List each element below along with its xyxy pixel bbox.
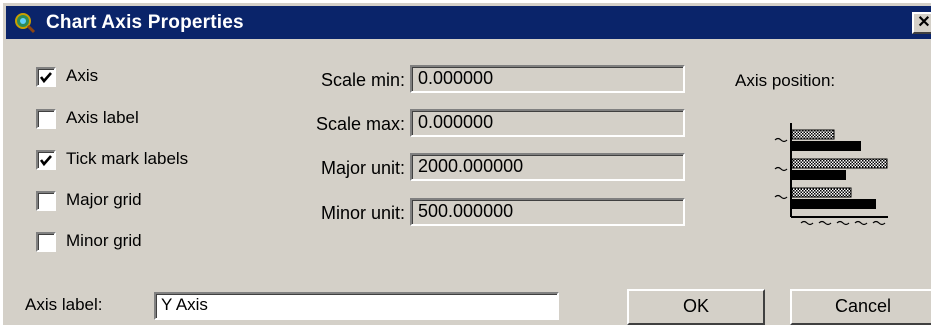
- preview-bar: [792, 170, 846, 180]
- axis-position-label: Axis position:: [735, 71, 836, 90]
- checkmark-icon: [39, 72, 52, 84]
- cancel-button[interactable]: Cancel: [790, 289, 931, 325]
- major-unit-field[interactable]: 2000.000000: [410, 153, 685, 181]
- checkbox-label: Axis label: [66, 108, 139, 127]
- preview-tick: [872, 220, 886, 226]
- chart-app-icon: [14, 12, 36, 34]
- preview-bar: [791, 158, 888, 169]
- checkbox-minor-grid-box[interactable]: [36, 232, 56, 252]
- checkbox-label: Major grid: [66, 190, 142, 209]
- scale-max-label: Scale max:: [315, 114, 405, 134]
- scale-min-label: Scale min:: [320, 70, 405, 90]
- minor-unit-field[interactable]: 500.000000: [410, 198, 685, 226]
- axis-label-input[interactable]: Y Axis: [154, 292, 559, 320]
- checkbox-label: Tick mark labels: [66, 149, 189, 168]
- close-button[interactable]: ✕: [912, 12, 931, 34]
- preview-tick: [774, 194, 788, 200]
- checkbox-label: Minor grid: [66, 231, 142, 250]
- axis-position-preview[interactable]: [763, 115, 898, 233]
- checkbox-tick-mark-labels-box[interactable]: [36, 150, 56, 170]
- chart-axis-properties-dialog: Chart Axis Properties ✕ Axis Axis label …: [0, 0, 931, 325]
- checkbox-major-grid-box[interactable]: [36, 191, 56, 211]
- checkbox-axis-box[interactable]: [36, 67, 56, 87]
- preview-bar: [792, 199, 876, 209]
- axis-label-caption: Axis label:: [25, 295, 103, 314]
- scale-max-field[interactable]: 0.000000: [410, 109, 685, 137]
- title-bar: Chart Axis Properties ✕: [6, 6, 931, 39]
- ok-button[interactable]: OK: [627, 289, 765, 325]
- preview-bar: [791, 187, 852, 198]
- preview-tick: [800, 220, 814, 226]
- scale-min-field[interactable]: 0.000000: [410, 65, 685, 93]
- window-title: Chart Axis Properties: [46, 12, 244, 33]
- checkbox-axis-label-box[interactable]: [36, 109, 56, 129]
- major-unit-label: Major unit:: [320, 158, 405, 178]
- preview-tick: [854, 220, 868, 226]
- preview-bar: [792, 141, 861, 151]
- preview-bar: [791, 129, 835, 140]
- close-icon: ✕: [917, 14, 931, 31]
- checkmark-icon: [39, 155, 52, 167]
- preview-tick: [836, 220, 850, 226]
- preview-tick: [774, 166, 788, 172]
- minor-unit-label: Minor unit:: [320, 203, 405, 223]
- preview-tick: [774, 137, 788, 143]
- preview-tick: [818, 220, 832, 226]
- checkbox-label: Axis: [66, 66, 99, 85]
